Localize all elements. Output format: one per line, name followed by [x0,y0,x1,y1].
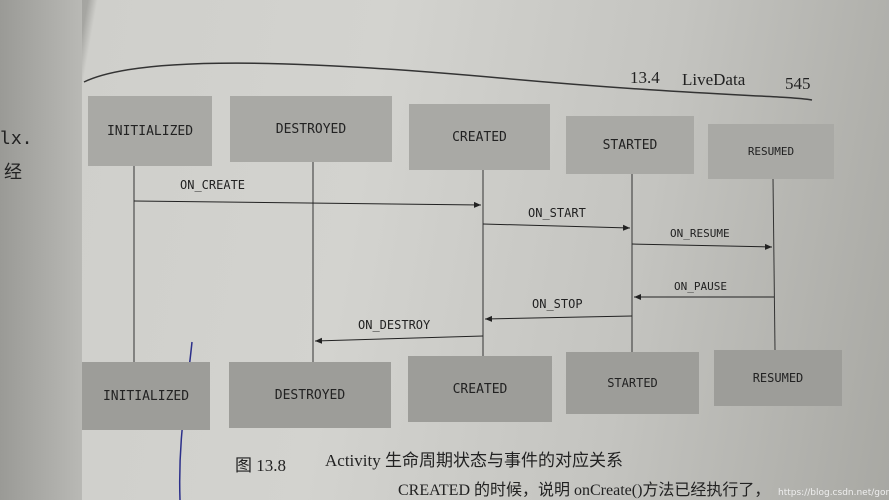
arrow-on-resume [631,243,773,250]
section-number: 13.4 [630,68,660,87]
state-started-bottom: STARTED [566,352,699,414]
state-initialized-bottom: INITIALIZED [82,362,210,430]
watermark: https://blog.csdn.net/gongjdde [778,488,889,498]
state-created-top: CREATED [409,104,550,170]
book-page-photo: lx. 经 13.4 LiveData 545 INITIALIZED DEST… [0,0,889,500]
arrow-on-destroy [314,335,484,344]
figure-number: 图 13.8 [235,456,286,475]
state-started-top: STARTED [566,116,694,174]
event-label-on-start: ON_START [528,206,586,220]
event-label-on-resume: ON_RESUME [670,227,730,240]
event-label-on-destroy: ON_DESTROY [358,318,431,332]
body-text: CREATED 的时候，说明 onCreate()方法已经执行了， [398,482,771,499]
state-resumed-bottom: RESUMED [714,350,842,406]
event-label-on-create: ON_CREATE [180,178,246,192]
page-number: 545 [785,74,811,93]
state-destroyed-top: DESTROYED [230,96,392,162]
state-destroyed-bottom: DESTROYED [229,362,391,428]
figure-caption: Activity 生命周期状态与事件的对应关系 [325,451,623,470]
state-created-bottom: CREATED [408,356,552,422]
event-label-on-stop: ON_STOP [532,297,583,311]
state-initialized-top: INITIALIZED [88,96,212,166]
state-resumed-top: RESUMED [708,124,834,179]
arrow-on-stop [484,315,633,322]
arrow-on-create [133,200,482,208]
section-title: LiveData [682,70,746,89]
arrow-on-start [482,223,631,231]
event-label-on-pause: ON_PAUSE [674,280,727,293]
